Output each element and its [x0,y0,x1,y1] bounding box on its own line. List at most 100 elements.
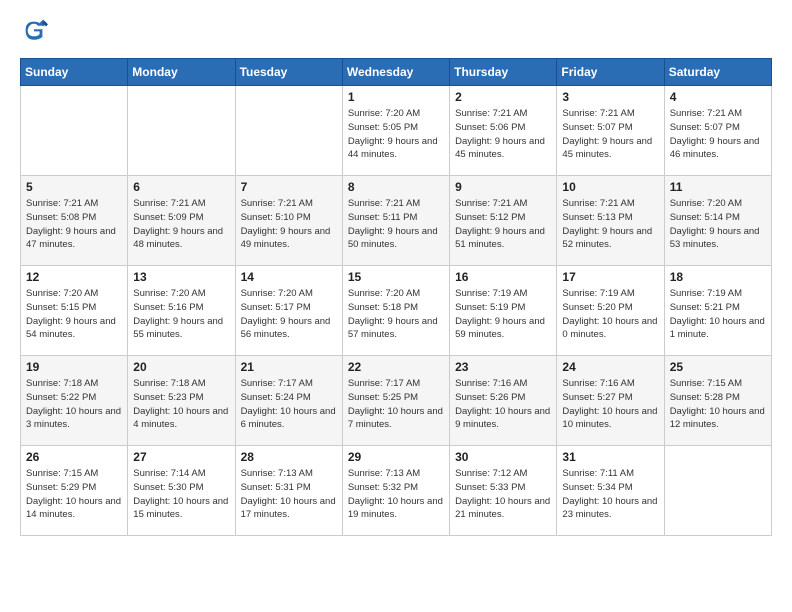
header [20,16,772,46]
day-info: Sunrise: 7:21 AMSunset: 5:07 PMDaylight:… [670,107,766,162]
day-info: Sunrise: 7:16 AMSunset: 5:26 PMDaylight:… [455,377,551,432]
weekday-header: Monday [128,59,235,86]
day-info: Sunrise: 7:11 AMSunset: 5:34 PMDaylight:… [562,467,658,522]
calendar-cell: 10 Sunrise: 7:21 AMSunset: 5:13 PMDayligh… [557,176,664,266]
calendar-cell [128,86,235,176]
calendar-cell: 9 Sunrise: 7:21 AMSunset: 5:12 PMDaylight… [450,176,557,266]
day-info: Sunrise: 7:18 AMSunset: 5:23 PMDaylight:… [133,377,229,432]
day-info: Sunrise: 7:21 AMSunset: 5:07 PMDaylight:… [562,107,658,162]
calendar-week-row: 12 Sunrise: 7:20 AMSunset: 5:15 PMDayligh… [21,266,772,356]
calendar-cell: 20 Sunrise: 7:18 AMSunset: 5:23 PMDayligh… [128,356,235,446]
calendar-cell: 30 Sunrise: 7:12 AMSunset: 5:33 PMDayligh… [450,446,557,536]
day-number: 4 [670,90,766,104]
day-info: Sunrise: 7:20 AMSunset: 5:16 PMDaylight:… [133,287,229,342]
calendar-cell: 23 Sunrise: 7:16 AMSunset: 5:26 PMDayligh… [450,356,557,446]
day-number: 29 [348,450,444,464]
page: SundayMondayTuesdayWednesdayThursdayFrid… [0,0,792,552]
day-info: Sunrise: 7:18 AMSunset: 5:22 PMDaylight:… [26,377,122,432]
calendar-cell [21,86,128,176]
day-info: Sunrise: 7:15 AMSunset: 5:28 PMDaylight:… [670,377,766,432]
day-info: Sunrise: 7:19 AMSunset: 5:20 PMDaylight:… [562,287,658,342]
day-info: Sunrise: 7:21 AMSunset: 5:12 PMDaylight:… [455,197,551,252]
day-info: Sunrise: 7:16 AMSunset: 5:27 PMDaylight:… [562,377,658,432]
calendar-cell: 18Sunrise: 7:19 AMSunset: 5:21 PMDayligh… [664,266,771,356]
weekday-header: Saturday [664,59,771,86]
calendar-cell: 13 Sunrise: 7:20 AMSunset: 5:16 PMDayligh… [128,266,235,356]
calendar-cell: 26 Sunrise: 7:15 AMSunset: 5:29 PMDayligh… [21,446,128,536]
weekday-header: Friday [557,59,664,86]
day-number: 31 [562,450,658,464]
calendar-header-row: SundayMondayTuesdayWednesdayThursdayFrid… [21,59,772,86]
calendar-cell: 6 Sunrise: 7:21 AMSunset: 5:09 PMDaylight… [128,176,235,266]
day-info: Sunrise: 7:15 AMSunset: 5:29 PMDaylight:… [26,467,122,522]
day-number: 27 [133,450,229,464]
day-number: 2 [455,90,551,104]
calendar-cell: 2 Sunrise: 7:21 AMSunset: 5:06 PMDaylight… [450,86,557,176]
calendar-cell: 31 Sunrise: 7:11 AMSunset: 5:34 PMDayligh… [557,446,664,536]
day-number: 30 [455,450,551,464]
day-number: 11 [670,180,766,194]
logo-icon [20,16,48,44]
day-number: 24 [562,360,658,374]
day-info: Sunrise: 7:21 AMSunset: 5:06 PMDaylight:… [455,107,551,162]
calendar-cell: 14 Sunrise: 7:20 AMSunset: 5:17 PMDayligh… [235,266,342,356]
day-number: 26 [26,450,122,464]
calendar-cell: 28Sunrise: 7:13 AMSunset: 5:31 PMDayligh… [235,446,342,536]
calendar-cell: 3 Sunrise: 7:21 AMSunset: 5:07 PMDaylight… [557,86,664,176]
day-number: 28 [241,450,337,464]
day-info: Sunrise: 7:21 AMSunset: 5:13 PMDaylight:… [562,197,658,252]
calendar-cell: 7 Sunrise: 7:21 AMSunset: 5:10 PMDaylight… [235,176,342,266]
day-info: Sunrise: 7:14 AMSunset: 5:30 PMDaylight:… [133,467,229,522]
day-info: Sunrise: 7:20 AMSunset: 5:18 PMDaylight:… [348,287,444,342]
weekday-header: Sunday [21,59,128,86]
calendar-cell: 22 Sunrise: 7:17 AMSunset: 5:25 PMDayligh… [342,356,449,446]
day-number: 14 [241,270,337,284]
day-info: Sunrise: 7:12 AMSunset: 5:33 PMDaylight:… [455,467,551,522]
day-number: 20 [133,360,229,374]
day-number: 8 [348,180,444,194]
day-number: 9 [455,180,551,194]
calendar-cell: 19 Sunrise: 7:18 AMSunset: 5:22 PMDayligh… [21,356,128,446]
calendar-cell: 17Sunrise: 7:19 AMSunset: 5:20 PMDayligh… [557,266,664,356]
calendar-cell: 4 Sunrise: 7:21 AMSunset: 5:07 PMDaylight… [664,86,771,176]
day-info: Sunrise: 7:21 AMSunset: 5:10 PMDaylight:… [241,197,337,252]
calendar-week-row: 19 Sunrise: 7:18 AMSunset: 5:22 PMDayligh… [21,356,772,446]
day-number: 13 [133,270,229,284]
day-number: 7 [241,180,337,194]
calendar-week-row: 1Sunrise: 7:20 AMSunset: 5:05 PMDaylight… [21,86,772,176]
day-info: Sunrise: 7:17 AMSunset: 5:24 PMDaylight:… [241,377,337,432]
calendar-cell: 8 Sunrise: 7:21 AMSunset: 5:11 PMDaylight… [342,176,449,266]
calendar-cell: 16Sunrise: 7:19 AMSunset: 5:19 PMDayligh… [450,266,557,356]
day-number: 10 [562,180,658,194]
day-number: 5 [26,180,122,194]
day-number: 15 [348,270,444,284]
calendar-cell [664,446,771,536]
day-info: Sunrise: 7:20 AMSunset: 5:15 PMDaylight:… [26,287,122,342]
day-number: 21 [241,360,337,374]
weekday-header: Tuesday [235,59,342,86]
day-number: 22 [348,360,444,374]
day-info: Sunrise: 7:21 AMSunset: 5:09 PMDaylight:… [133,197,229,252]
calendar-cell: 12 Sunrise: 7:20 AMSunset: 5:15 PMDayligh… [21,266,128,356]
day-number: 18 [670,270,766,284]
day-info: Sunrise: 7:17 AMSunset: 5:25 PMDaylight:… [348,377,444,432]
day-info: Sunrise: 7:21 AMSunset: 5:08 PMDaylight:… [26,197,122,252]
calendar-cell: 25Sunrise: 7:15 AMSunset: 5:28 PMDayligh… [664,356,771,446]
calendar-cell: 11 Sunrise: 7:20 AMSunset: 5:14 PMDayligh… [664,176,771,266]
weekday-header: Thursday [450,59,557,86]
day-info: Sunrise: 7:20 AMSunset: 5:17 PMDaylight:… [241,287,337,342]
day-info: Sunrise: 7:21 AMSunset: 5:11 PMDaylight:… [348,197,444,252]
day-number: 3 [562,90,658,104]
calendar-cell: 27 Sunrise: 7:14 AMSunset: 5:30 PMDayligh… [128,446,235,536]
day-info: Sunrise: 7:19 AMSunset: 5:19 PMDaylight:… [455,287,551,342]
day-number: 1 [348,90,444,104]
day-number: 23 [455,360,551,374]
calendar-cell [235,86,342,176]
calendar-week-row: 5 Sunrise: 7:21 AMSunset: 5:08 PMDaylight… [21,176,772,266]
calendar-cell: 15 Sunrise: 7:20 AMSunset: 5:18 PMDayligh… [342,266,449,356]
day-number: 12 [26,270,122,284]
day-info: Sunrise: 7:20 AMSunset: 5:14 PMDaylight:… [670,197,766,252]
calendar-week-row: 26 Sunrise: 7:15 AMSunset: 5:29 PMDayligh… [21,446,772,536]
day-number: 19 [26,360,122,374]
day-number: 6 [133,180,229,194]
